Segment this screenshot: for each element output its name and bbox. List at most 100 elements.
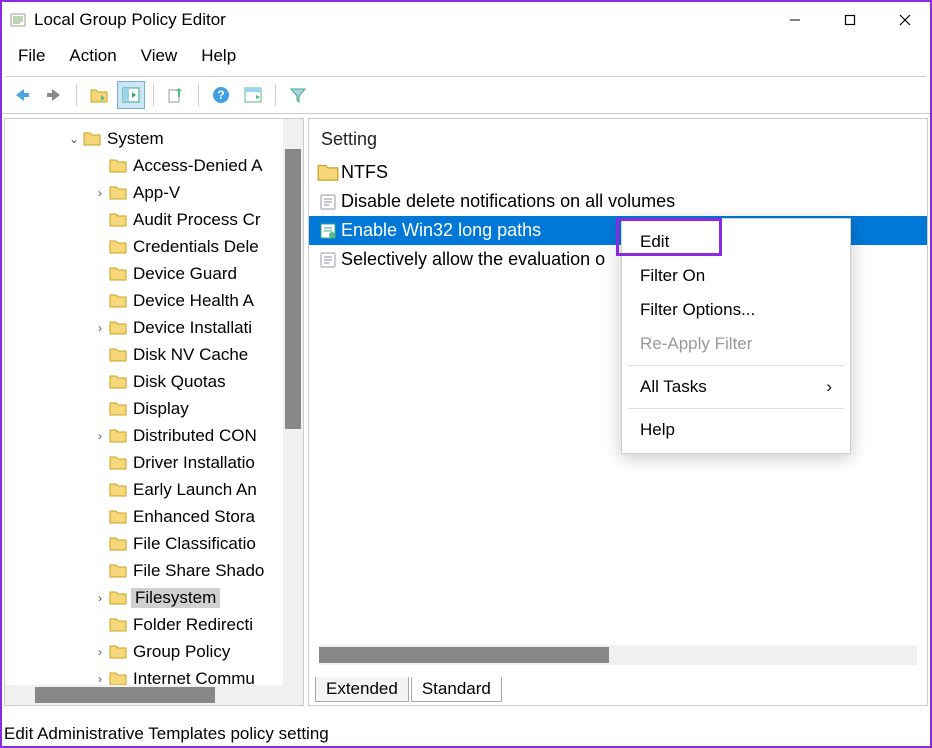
tree-node[interactable]: › Filesystem [5, 584, 303, 611]
tree-node[interactable]: Disk Quotas [5, 368, 303, 395]
folder-icon [109, 401, 127, 416]
list-row-label: Selectively allow the evaluation o [339, 249, 605, 270]
folder-icon [109, 239, 127, 254]
tree-node[interactable]: › App-V [5, 179, 303, 206]
context-menu-separator [628, 365, 844, 366]
tree-node-label: Access-Denied A [131, 156, 262, 176]
tree-node-label: Driver Installatio [131, 453, 255, 473]
tree-node-label: Folder Redirecti [131, 615, 253, 635]
tree-node[interactable]: Device Guard [5, 260, 303, 287]
tree-node-label: Credentials Dele [131, 237, 259, 257]
context-menu-item[interactable]: All Tasks › [622, 370, 850, 404]
tree-node[interactable]: › Distributed CON [5, 422, 303, 449]
tree-node[interactable]: › Group Policy [5, 638, 303, 665]
tree-node[interactable]: Display [5, 395, 303, 422]
folder-icon [109, 374, 127, 389]
tree-node-label: Display [131, 399, 189, 419]
folder-icon [109, 428, 127, 443]
folder-icon [109, 536, 127, 551]
list-row-label: NTFS [339, 162, 388, 183]
context-menu: Edit Filter On Filter Options... Re-Apply F… [621, 218, 851, 454]
expand-icon[interactable]: › [91, 186, 109, 200]
folder-icon [109, 617, 127, 632]
folder-icon [109, 482, 127, 497]
submenu-arrow-icon: › [826, 377, 832, 397]
expand-icon[interactable]: › [91, 429, 109, 443]
tree-node-label: File Share Shado [131, 561, 264, 581]
tree-vertical-scrollbar[interactable] [283, 119, 303, 705]
expand-icon[interactable]: › [91, 672, 109, 686]
tree-node-label: Disk NV Cache [131, 345, 248, 365]
status-bar: Edit Administrative Templates policy set… [4, 724, 329, 744]
list-row-label: Enable Win32 long paths [339, 220, 541, 241]
context-menu-label: Re-Apply Filter [640, 334, 752, 354]
tree-node-label: Filesystem [131, 588, 220, 608]
tree-node-label: File Classificatio [131, 534, 256, 554]
list-row[interactable]: Disable delete notifications on all volu… [309, 187, 927, 216]
context-menu-label: All Tasks [640, 377, 707, 397]
tree-node-label: Disk Quotas [131, 372, 226, 392]
tree-node-label: Distributed CON [131, 426, 257, 446]
context-menu-item: Re-Apply Filter [622, 327, 850, 361]
tree[interactable]: ⌄ System Access-Denied A › App-V Audit Proc… [5, 119, 303, 705]
tabs: Extended Standard [315, 677, 502, 702]
context-menu-label: Filter Options... [640, 300, 755, 320]
list-row-label: Disable delete notifications on all volu… [339, 191, 675, 212]
tree-node-label: Early Launch An [131, 480, 257, 500]
setting-icon [317, 251, 339, 269]
tree-node[interactable]: File Share Shado [5, 557, 303, 584]
context-menu-item[interactable]: Edit [622, 225, 850, 259]
folder-icon [83, 131, 101, 146]
collapse-icon[interactable]: ⌄ [65, 132, 83, 146]
tree-node[interactable]: Audit Process Cr [5, 206, 303, 233]
context-menu-label: Edit [640, 232, 669, 252]
folder-icon [109, 158, 127, 173]
expand-icon[interactable]: › [91, 591, 109, 605]
tree-node[interactable]: Enhanced Stora [5, 503, 303, 530]
tab-extended[interactable]: Extended [315, 677, 409, 702]
tree-node-label: Device Guard [131, 264, 237, 284]
folder-icon [109, 644, 127, 659]
folder-icon [109, 671, 127, 686]
tree-node[interactable]: Disk NV Cache [5, 341, 303, 368]
context-menu-label: Filter On [640, 266, 705, 286]
tree-node[interactable]: Driver Installatio [5, 449, 303, 476]
folder-icon [109, 590, 127, 605]
tree-node[interactable]: File Classificatio [5, 530, 303, 557]
tree-node-label: Enhanced Stora [131, 507, 255, 527]
tree-node-system[interactable]: ⌄ System [5, 125, 303, 152]
tree-node[interactable]: Early Launch An [5, 476, 303, 503]
tab-standard[interactable]: Standard [411, 677, 502, 702]
tree-node[interactable]: Folder Redirecti [5, 611, 303, 638]
tree-pane: ⌄ System Access-Denied A › App-V Audit Proc… [4, 118, 304, 706]
folder-icon [109, 509, 127, 524]
tree-horizontal-scrollbar[interactable] [5, 685, 303, 705]
expand-icon[interactable]: › [91, 645, 109, 659]
folder-icon [109, 212, 127, 227]
tree-node-label: Device Installati [131, 318, 252, 338]
context-menu-item[interactable]: Help [622, 413, 850, 447]
tree-node[interactable]: › Device Installati [5, 314, 303, 341]
tree-node-label: Group Policy [131, 642, 230, 662]
list-horizontal-scrollbar[interactable] [319, 645, 917, 665]
tree-node-label: App-V [131, 183, 180, 203]
tree-node-label: Device Health A [131, 291, 254, 311]
folder-icon [109, 347, 127, 362]
context-menu-item[interactable]: Filter Options... [622, 293, 850, 327]
expand-icon[interactable]: › [91, 321, 109, 335]
list-row[interactable]: NTFS [309, 158, 927, 187]
tree-node[interactable]: Credentials Dele [5, 233, 303, 260]
column-header-setting[interactable]: Setting [309, 119, 927, 158]
folder-icon [109, 320, 127, 335]
tree-node-label: Audit Process Cr [131, 210, 261, 230]
tree-node[interactable]: Access-Denied A [5, 152, 303, 179]
folder-icon [109, 293, 127, 308]
tree-node[interactable]: Device Health A [5, 287, 303, 314]
folder-icon [109, 455, 127, 470]
context-menu-item[interactable]: Filter On [622, 259, 850, 293]
folder-icon [317, 163, 339, 181]
folder-icon [109, 266, 127, 281]
context-menu-label: Help [640, 420, 675, 440]
folder-icon [109, 185, 127, 200]
folder-icon [109, 563, 127, 578]
